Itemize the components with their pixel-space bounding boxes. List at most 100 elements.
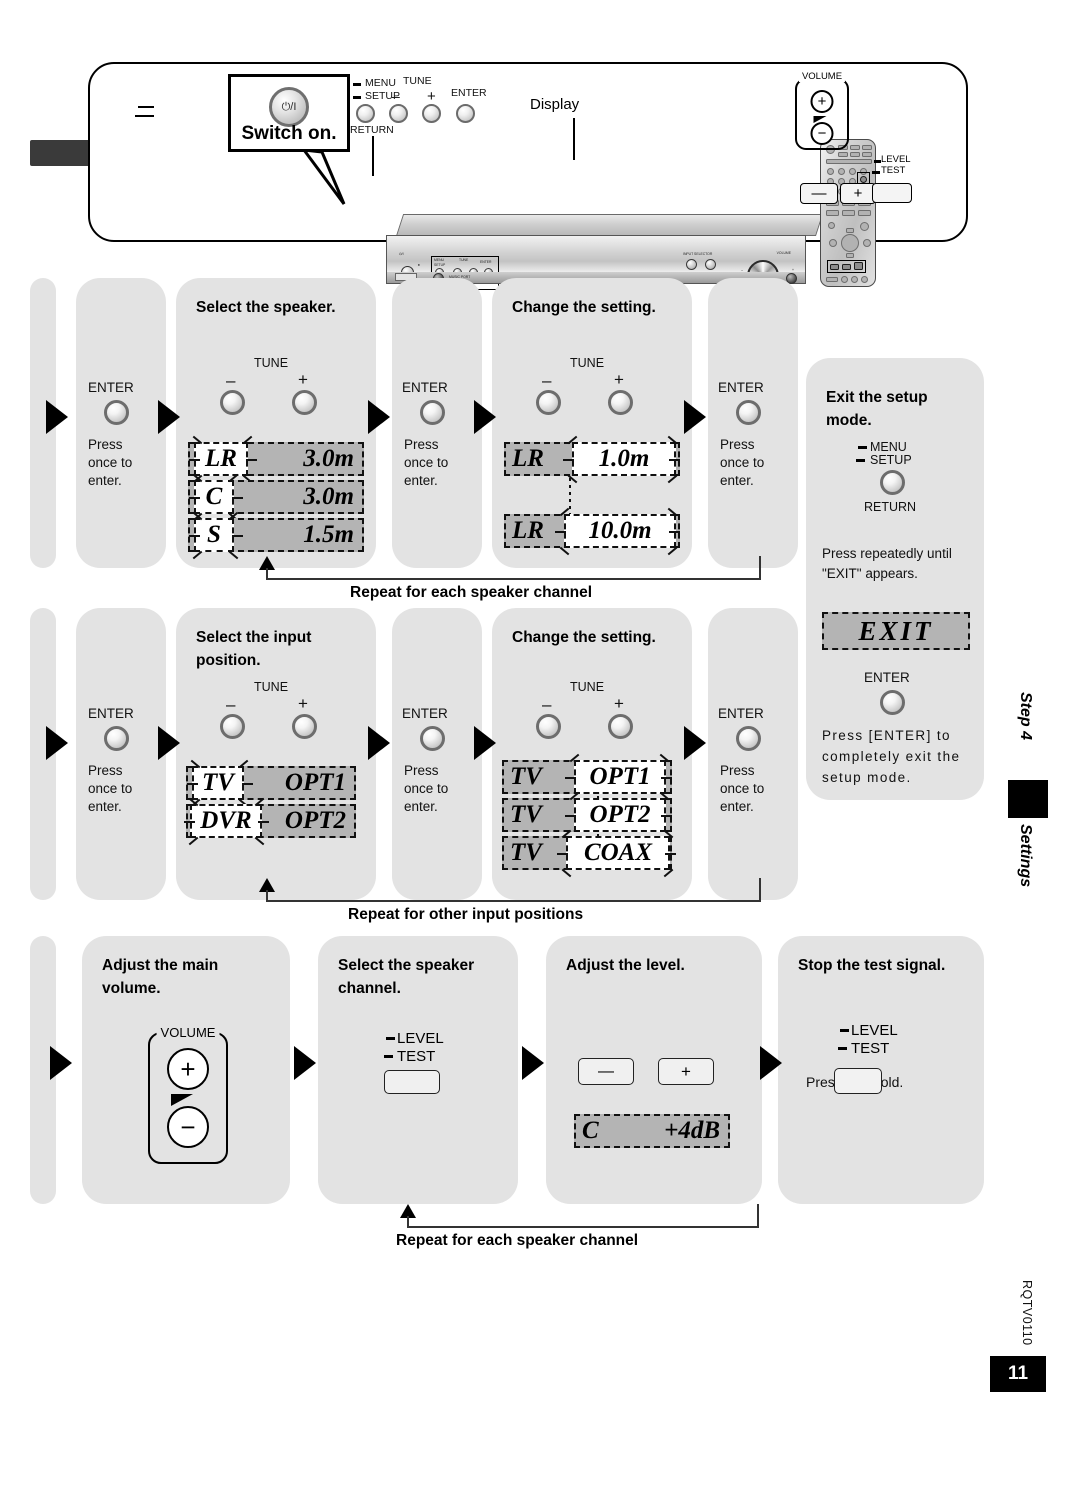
callout-setup-button (356, 104, 375, 123)
level-label: LEVEL (397, 1030, 444, 1047)
panel-title-channel-line1: Select the speaker (338, 957, 475, 974)
panel-change-setting-1: Change the setting. TUNE – + LR 1.0m LR … (492, 278, 692, 568)
spark-icon (242, 783, 253, 785)
menu-dash-icon (858, 446, 867, 449)
remote-up-key (846, 228, 854, 233)
tune-label: TUNE (570, 680, 605, 694)
callout-enter-label: ENTER (451, 87, 487, 99)
spark-icon (661, 815, 672, 817)
lcd-channel: TV (510, 801, 542, 828)
lcd-row: LR 10.0m (504, 507, 680, 556)
press-line-3: enter. (404, 799, 438, 815)
setup-dash-icon (353, 96, 361, 99)
switch-on-callout: ⏻/I Switch on. (228, 74, 350, 152)
test-label: TEST (397, 1048, 436, 1065)
repeat-label: Repeat for each speaker channel (396, 1232, 639, 1249)
press-line-1: Press (404, 763, 439, 778)
lcd-blink-value: OPT1 (574, 760, 666, 794)
remote-level-label: LEVEL (881, 154, 911, 165)
row2-enter-panel-1: ENTER Press once to enter. (76, 608, 166, 900)
menu-dash-icon (353, 83, 361, 86)
press-line-1: Press (404, 437, 439, 452)
press-line-3: enter. (720, 473, 754, 489)
test-label: TEST (851, 1040, 890, 1057)
enter-label: ENTER (88, 706, 134, 721)
panel-title-channel-line2: channel. (338, 980, 401, 998)
tune-minus-button (220, 390, 245, 415)
test-dash-icon (384, 1055, 393, 1058)
volume-up-button-icon: + (167, 1048, 209, 1090)
level-label: LEVEL (851, 1022, 898, 1039)
receiver-tune-label: TUNE (459, 258, 469, 262)
level-test-button-icon (384, 1070, 440, 1094)
press-line-2: once to (404, 781, 449, 797)
flow-row-level-adjust: Adjust the main volume. VOLUME + − Selec… (0, 936, 1080, 1226)
exit-instruction-line2: "EXIT" appears. (822, 566, 918, 582)
spark-icon (555, 531, 566, 533)
row2-enter-panel-3: ENTER Press once to enter. (708, 608, 798, 900)
lcd-blink-channel: S (194, 518, 234, 552)
press-line-1: Press (720, 437, 755, 452)
remote-key (842, 210, 855, 216)
panel-title-volume-line1: Adjust the main (102, 957, 219, 974)
spark-icon (565, 777, 576, 779)
tune-buttons-group: TUNE – + (530, 680, 650, 739)
remote-test-label: TEST (881, 165, 906, 176)
row2-arrow-1 (46, 726, 68, 760)
enter-button-icon (104, 400, 129, 425)
repeat-label: Repeat for other input positions (348, 906, 584, 923)
lcd-blink-value: OPT2 (574, 798, 666, 832)
row3-arrow-4 (760, 1046, 782, 1080)
lcd-value: OPT2 (284, 807, 346, 834)
volume-down-button-icon: − (167, 1106, 209, 1148)
remote-volume-up-icon: + (810, 90, 834, 113)
remote-left-key (829, 239, 837, 247)
front-panel-button-callout: MENU SETUP RETURN TUNE – + ENTER (348, 75, 508, 176)
spark-icon (661, 777, 672, 779)
power-button-icon: ⏻/I (269, 87, 309, 127)
remote-volume-down-icon: − (810, 122, 834, 145)
enter-button-icon (420, 400, 445, 425)
display-leader-line (573, 118, 575, 160)
panel-adjust-level: Adjust the level. — + C +4dB (546, 936, 762, 1204)
row1-enter-panel-1: ENTER Press once to enter. (76, 278, 166, 568)
lcd-blink-value: 10.0m (564, 514, 676, 548)
side-tab-black-block (1008, 780, 1048, 818)
row2-enter-panel-2: ENTER Press once to enter. (392, 608, 482, 900)
panel-title-volume-line2: volume. (102, 980, 161, 998)
receiver-top-surface (396, 214, 824, 236)
panel-change-setting-2: Change the setting. TUNE – + TV OPT1 TV (492, 608, 692, 900)
lcd-row: TV OPT1 (502, 753, 672, 794)
row3-arrow-3 (522, 1046, 544, 1080)
row1-arrow-3 (368, 400, 390, 434)
receiver-input-selector-label: INPUT SELECTOR (683, 252, 713, 256)
enter-label: ENTER (718, 380, 764, 395)
panel-title-stop-test: Stop the test signal. (798, 957, 946, 974)
lcd-value: +4dB (664, 1117, 720, 1144)
press-line-3: enter. (720, 799, 754, 815)
exit-title-line2: mode. (826, 412, 872, 430)
repeat-loop-row3: Repeat for each speaker channel (0, 1196, 1080, 1252)
section-label: Settings (1017, 824, 1034, 888)
tune-plus-button (608, 390, 633, 415)
flow-row-input-position: ENTER Press once to enter. Select the in… (0, 608, 1080, 908)
remote-control-illustration (820, 139, 876, 287)
repeat-line-horizontal (407, 1226, 759, 1228)
lcd-value: 3.0m (303, 483, 354, 510)
press-line-2: once to (88, 781, 133, 797)
repeat-line-horizontal (266, 900, 761, 902)
lcd-row: DVR OPT2 (184, 797, 356, 846)
lcd-value: 1.5m (303, 521, 354, 548)
spark-icon (565, 815, 576, 817)
spark-icon (189, 497, 200, 499)
remote-level-test-callout: LEVEL TEST (872, 154, 914, 203)
level-test-group: LEVEL TEST (384, 1030, 494, 1102)
spark-icon (665, 853, 676, 855)
panel-title-input-line2: position. (196, 652, 261, 670)
callout-tune-label: TUNE (403, 75, 432, 87)
tune-plus-sign: + (614, 370, 624, 389)
exit-title-line1: Exit the setup (826, 389, 928, 406)
press-line-3: enter. (88, 473, 122, 489)
panel-stop-test-signal: Stop the test signal. LEVEL TEST Press a… (778, 936, 984, 1204)
press-line-1: Press (720, 763, 755, 778)
